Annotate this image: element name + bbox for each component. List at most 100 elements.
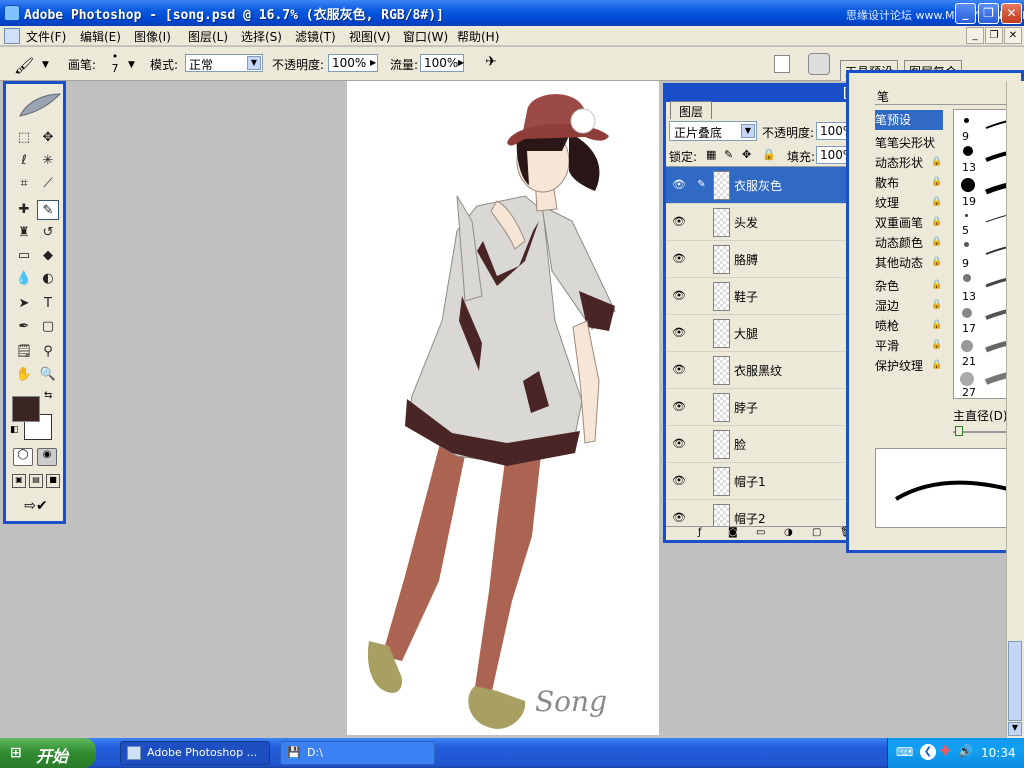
tab-layers[interactable]: 图层 bbox=[670, 101, 713, 119]
opacity-arrow-icon[interactable]: ▶ bbox=[370, 58, 376, 67]
layer-row[interactable]: 👁 衣服黑纹 bbox=[666, 352, 860, 389]
eye-icon[interactable]: 👁 bbox=[672, 437, 686, 450]
layer-row[interactable]: 👁 头发 bbox=[666, 204, 860, 241]
brush-preset-picker[interactable]: • 7 bbox=[108, 51, 122, 77]
lock-icon[interactable]: 🔒 bbox=[931, 257, 942, 268]
lock-icon[interactable]: 🔒 bbox=[931, 280, 942, 291]
eye-icon[interactable]: 👁 bbox=[672, 400, 686, 413]
lock-icon[interactable]: 🔒 bbox=[931, 320, 942, 331]
eye-icon[interactable]: 👁 bbox=[672, 252, 686, 265]
layer-row[interactable]: 👁 帽子1 bbox=[666, 463, 860, 500]
scroll-down-icon[interactable]: ▼ bbox=[1008, 722, 1022, 736]
tray-expand-icon[interactable]: ❮ bbox=[920, 744, 936, 760]
layer-row[interactable]: 👁 脸 bbox=[666, 426, 860, 463]
eye-icon[interactable]: 👁 bbox=[672, 289, 686, 302]
standard-mode-icon[interactable]: ◯ bbox=[13, 448, 33, 466]
brush-tip-dot[interactable] bbox=[962, 308, 972, 318]
rect-marquee-icon[interactable]: ⬚ bbox=[13, 128, 35, 148]
menu-edit[interactable]: 编辑(E) bbox=[80, 28, 121, 45]
crop-icon[interactable]: ⌗ bbox=[13, 174, 35, 194]
document-icon[interactable] bbox=[4, 28, 20, 44]
menu-select[interactable]: 选择(S) bbox=[241, 28, 282, 45]
magic-wand-icon[interactable]: ✳ bbox=[37, 151, 59, 171]
menu-window[interactable]: 窗口(W) bbox=[403, 28, 448, 45]
brush-option-presets[interactable]: 笔预设 bbox=[875, 110, 943, 130]
doc-close-button[interactable]: ✕ bbox=[1004, 27, 1022, 44]
new-layer-icon[interactable]: ▢ bbox=[812, 527, 821, 538]
dodge-icon[interactable]: ◐ bbox=[37, 269, 59, 289]
lock-transparency-icon[interactable]: ▦ bbox=[706, 148, 716, 161]
eye-icon[interactable]: 👁 bbox=[672, 178, 686, 191]
eye-icon[interactable]: 👁 bbox=[672, 363, 686, 376]
blend-mode-select[interactable]: 正常 ▼ bbox=[185, 54, 263, 72]
foreground-color-swatch[interactable] bbox=[12, 396, 40, 422]
taskbar-explorer-button[interactable]: 💾 D:\ bbox=[280, 741, 435, 765]
brush-option-tip-shape[interactable]: 笔笔尖形状 bbox=[875, 133, 943, 153]
lock-position-icon[interactable]: ✥ bbox=[742, 148, 751, 161]
close-button[interactable]: ✕ bbox=[1001, 3, 1022, 24]
lock-icon[interactable]: 🔒 bbox=[931, 157, 942, 168]
brush-tip-dot[interactable] bbox=[961, 340, 973, 352]
blur-icon[interactable]: 💧 bbox=[13, 269, 35, 289]
menu-help[interactable]: 帮助(H) bbox=[457, 28, 499, 45]
brush-tool-icon[interactable]: 🖌 bbox=[14, 56, 34, 75]
layer-row[interactable]: 👁 胳膊 bbox=[666, 241, 860, 278]
document-canvas[interactable]: Song bbox=[347, 81, 659, 735]
lock-icon[interactable]: 🔒 bbox=[931, 197, 942, 208]
layer-row[interactable]: 👁 大腿 bbox=[666, 315, 860, 352]
taskbar-photoshop-button[interactable]: Adobe Photoshop ... bbox=[120, 741, 270, 765]
brush-tip-dot[interactable] bbox=[963, 274, 971, 282]
lock-icon[interactable]: 🔒 bbox=[931, 340, 942, 351]
brush-tip-dot[interactable] bbox=[961, 178, 975, 192]
jump-to-imageready-icon[interactable]: ⇨✔ bbox=[12, 498, 60, 518]
adjustment-layer-icon[interactable]: ◑ bbox=[784, 527, 793, 538]
minimize-button[interactable]: _ bbox=[955, 3, 976, 24]
menu-filter[interactable]: 滤镜(T) bbox=[295, 28, 336, 45]
screen-mode-full-menu-icon[interactable]: ▤ bbox=[29, 474, 43, 488]
layers-panel-header[interactable]: _ ✕ bbox=[666, 86, 872, 102]
layer-row[interactable]: 👁 脖子 bbox=[666, 389, 860, 426]
brush-icon[interactable]: ✎ bbox=[37, 200, 59, 220]
screen-mode-full-icon[interactable]: ■ bbox=[46, 474, 60, 488]
notes-icon[interactable]: 🗒 bbox=[13, 342, 35, 362]
move-icon[interactable]: ✥ bbox=[37, 128, 59, 148]
pen-icon[interactable]: ✒ bbox=[13, 317, 35, 337]
file-browser-icon[interactable] bbox=[774, 55, 790, 73]
canvas-vertical-scrollbar[interactable]: ▼ bbox=[1006, 81, 1024, 738]
lasso-icon[interactable]: ℓ bbox=[13, 151, 35, 171]
scrollbar-thumb[interactable] bbox=[1008, 641, 1022, 721]
keyboard-icon[interactable]: ⌨ bbox=[896, 745, 913, 759]
layer-row[interactable]: 👁 鞋子 bbox=[666, 278, 860, 315]
brush-tip-dot[interactable] bbox=[964, 118, 969, 123]
brush-tip-dot[interactable] bbox=[965, 214, 968, 217]
path-select-icon[interactable]: ➤ bbox=[13, 294, 35, 314]
eyedropper-icon[interactable]: ⚲ bbox=[37, 342, 59, 362]
eye-icon[interactable]: 👁 bbox=[672, 511, 686, 524]
airbrush-icon[interactable]: ✈ bbox=[480, 54, 502, 74]
menu-file[interactable]: 文件(F) bbox=[26, 28, 66, 45]
doc-minimize-button[interactable]: _ bbox=[966, 27, 984, 44]
start-button[interactable]: ⊞ 开始 bbox=[0, 738, 96, 768]
paint-bucket-icon[interactable]: ◆ bbox=[37, 246, 59, 266]
lock-image-icon[interactable]: ✎ bbox=[724, 148, 733, 161]
lock-icon[interactable]: 🔒 bbox=[931, 360, 942, 371]
eye-icon[interactable]: 👁 bbox=[672, 215, 686, 228]
history-brush-icon[interactable]: ↺ bbox=[37, 223, 59, 243]
type-icon[interactable]: T bbox=[37, 294, 59, 314]
eraser-icon[interactable]: ▭ bbox=[13, 246, 35, 266]
photoshop-app-icon[interactable] bbox=[4, 5, 20, 21]
layer-mask-icon[interactable]: ◙ bbox=[728, 527, 738, 538]
menu-layer[interactable]: 图层(L) bbox=[188, 28, 228, 45]
brush-tip-dot[interactable] bbox=[960, 372, 974, 386]
healing-brush-icon[interactable]: ✚ bbox=[13, 200, 35, 220]
brush-tip-dot[interactable] bbox=[964, 242, 969, 247]
security-shield-icon[interactable]: ✚ bbox=[940, 744, 951, 759]
layer-row[interactable]: 👁 ✎ 衣服灰色 bbox=[666, 167, 860, 204]
menu-image[interactable]: 图像(I) bbox=[134, 28, 171, 45]
new-group-icon[interactable]: ▭ bbox=[756, 527, 765, 538]
screen-mode-standard-icon[interactable]: ▣ bbox=[12, 474, 26, 488]
quickmask-mode-icon[interactable]: ◉ bbox=[37, 448, 57, 466]
menu-view[interactable]: 视图(V) bbox=[349, 28, 391, 45]
default-colors-icon[interactable]: ◧ bbox=[10, 425, 19, 435]
volume-icon[interactable]: 🔊 bbox=[958, 744, 973, 758]
